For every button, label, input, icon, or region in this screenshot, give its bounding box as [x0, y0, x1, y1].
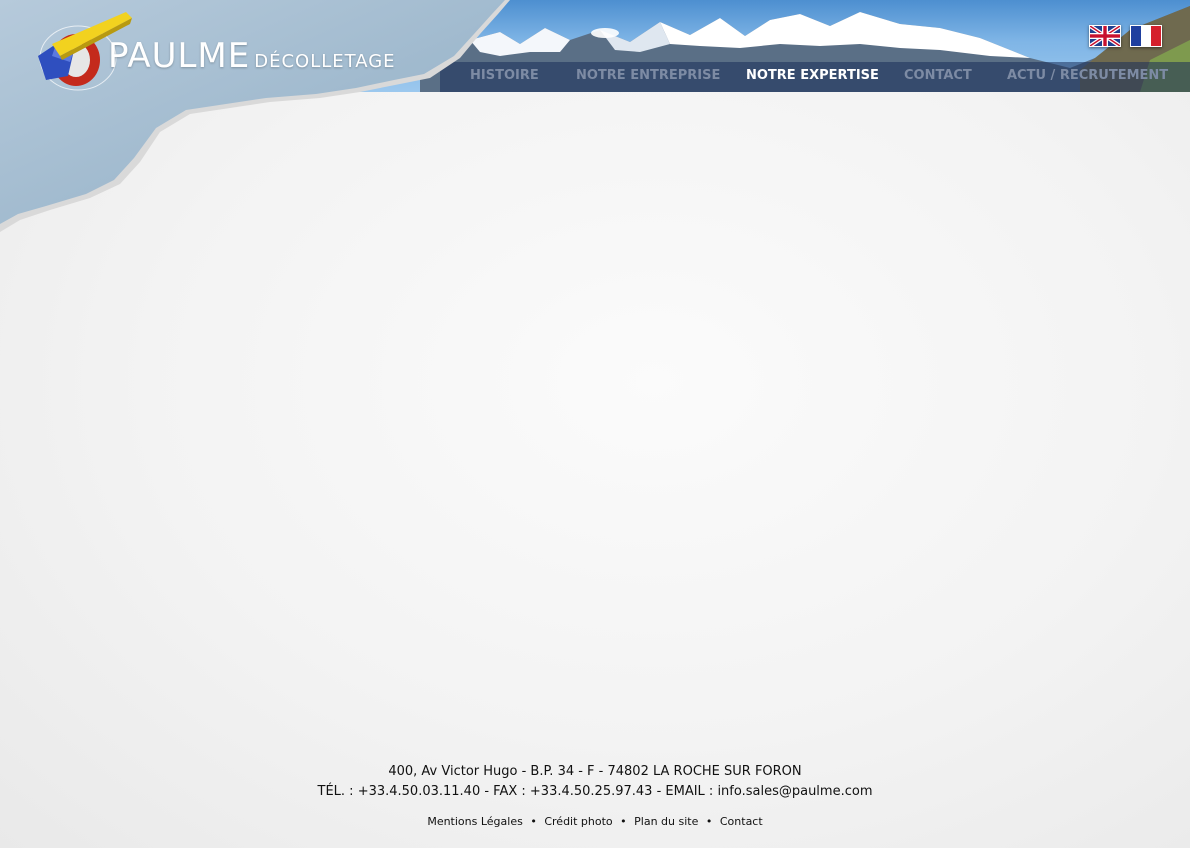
link-credit-photo[interactable]: Crédit photo: [544, 815, 612, 828]
brand-name: PAULME: [108, 36, 251, 76]
nav-item-contact[interactable]: CONTACT: [904, 68, 972, 83]
english-flag-icon[interactable]: [1089, 25, 1121, 47]
link-separator: •: [705, 815, 713, 828]
nav-item-histoire[interactable]: HISTOIRE: [470, 68, 539, 83]
footer-contact-info: TÉL. : +33.4.50.03.11.40 - FAX : +33.4.5…: [317, 784, 873, 799]
link-separator: •: [530, 815, 537, 828]
link-contact[interactable]: Contact: [720, 815, 763, 828]
brand-subtitle: DÉCOLLETAGE: [254, 51, 396, 72]
nav-item-notre-entreprise[interactable]: NOTRE ENTREPRISE: [576, 68, 720, 83]
nav-item-actu-recrutement[interactable]: ACTU / RECRUTEMENT: [1007, 68, 1168, 83]
footer-links: Mentions Légales • Crédit photo • Plan d…: [0, 815, 1190, 828]
link-separator: •: [620, 815, 627, 828]
link-mentions-legales[interactable]: Mentions Légales: [427, 815, 523, 828]
link-plan-du-site[interactable]: Plan du site: [634, 815, 698, 828]
brand-wordmark[interactable]: PAULME DÉCOLLETAGE: [108, 36, 396, 76]
french-flag-icon[interactable]: [1130, 25, 1162, 47]
nav-item-notre-expertise[interactable]: NOTRE EXPERTISE: [746, 68, 879, 83]
footer-address: 400, Av Victor Hugo - B.P. 34 - F - 7480…: [388, 764, 802, 779]
